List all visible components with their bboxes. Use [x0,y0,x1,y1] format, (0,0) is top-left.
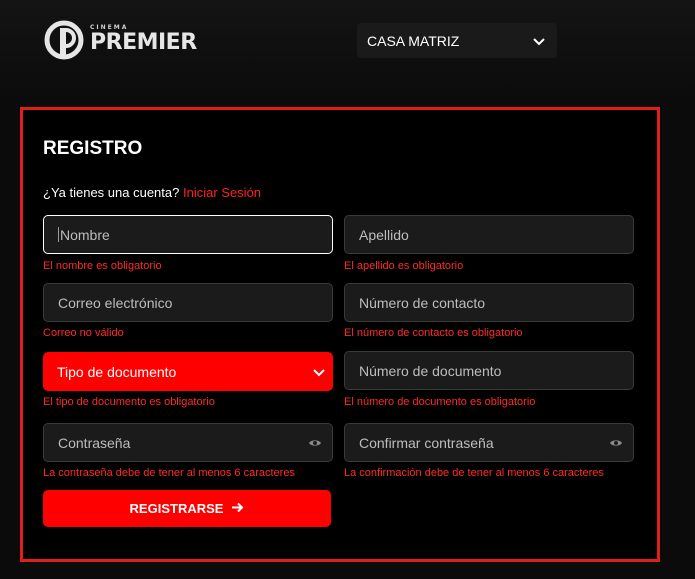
email-error: Correo no válido [43,327,124,339]
apellido-input[interactable]: Apellido [344,215,634,254]
login-prompt: ¿Ya tienes una cuenta? [43,185,180,200]
header: CINEMA PREMIER CASA MATRIZ [0,0,695,90]
text-caret [58,227,59,242]
login-link[interactable]: Iniciar Sesión [183,185,261,200]
branch-select[interactable]: CASA MATRIZ [357,23,557,58]
confirm-password-input[interactable]: Confirmar contraseña [344,423,634,462]
contact-number-placeholder: Número de contacto [359,294,486,311]
document-type-value: Tipo de documento [57,363,177,380]
email-placeholder: Correo electrónico [58,294,173,311]
nombre-error: El nombre es obligatorio [43,260,162,272]
register-button-label: REGISTRARSE [129,501,224,516]
contact-number-input[interactable]: Número de contacto [344,283,634,322]
login-prompt-line: ¿Ya tienes una cuenta? Iniciar Sesión [43,185,261,200]
logo-mark-icon [44,20,84,60]
document-number-input[interactable]: Número de documento [344,351,634,390]
eye-icon[interactable] [609,436,623,450]
document-type-select[interactable]: Tipo de documento [43,352,333,391]
nombre-input[interactable]: Nombre [43,215,333,254]
registration-form: REGISTRO ¿Ya tienes una cuenta? Iniciar … [20,107,660,562]
chevron-down-icon [313,364,325,380]
document-number-error: El número de documento es obligatorio [344,396,536,408]
apellido-placeholder: Apellido [359,226,409,243]
password-placeholder: Contraseña [58,434,131,451]
eye-icon[interactable] [308,436,322,450]
register-button[interactable]: REGISTRARSE [43,490,331,527]
arrow-right-icon [231,501,244,516]
form-title: REGISTRO [43,138,143,159]
password-input[interactable]: Contraseña [43,423,333,462]
document-number-placeholder: Número de documento [359,362,502,379]
confirm-password-placeholder: Confirmar contraseña [359,434,494,451]
password-error: La contraseña debe de tener al menos 6 c… [43,467,295,479]
logo[interactable]: CINEMA PREMIER [44,20,197,60]
document-type-error: El tipo de documento es obligatorio [43,396,215,408]
branch-select-value: CASA MATRIZ [367,32,460,49]
email-input[interactable]: Correo electrónico [43,283,333,322]
logo-big-text: PREMIER [90,30,197,55]
nombre-placeholder: Nombre [60,226,110,243]
contact-number-error: El número de contacto es obligatorio [344,327,523,339]
chevron-down-icon [533,33,545,49]
apellido-error: El apellido es obligatorio [344,260,464,272]
confirm-password-error: La confirmación debe de tener al menos 6… [344,467,604,479]
